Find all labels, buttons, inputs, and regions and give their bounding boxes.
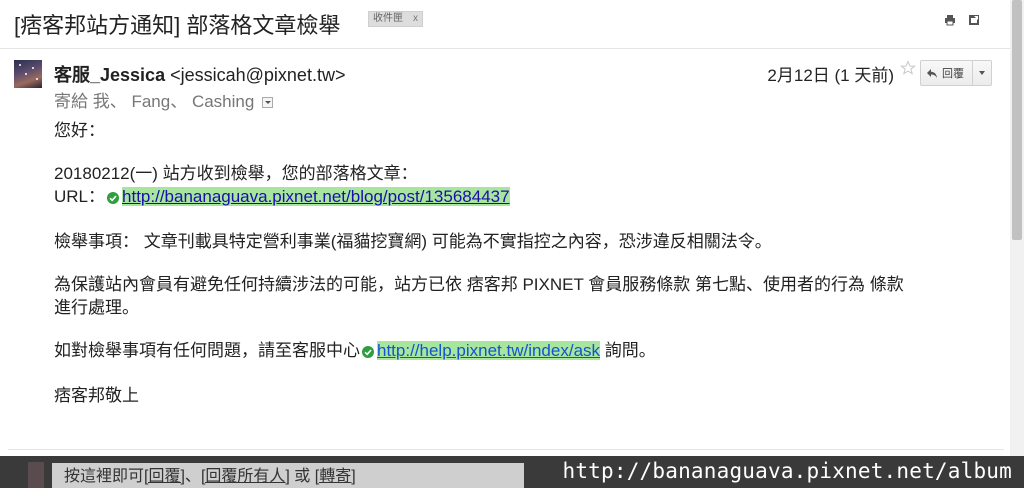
header-divider	[0, 48, 1010, 49]
my-avatar	[28, 462, 44, 488]
reply-button-label: 回覆	[942, 68, 964, 80]
reply-button-group: 回覆	[920, 60, 992, 86]
quick-reply-box[interactable]: 按這裡即可[回覆]、[回覆所有人] 或 [轉寄]	[52, 463, 524, 488]
reply-arrow-icon	[927, 68, 937, 78]
sender-line: 客服_Jessica <jessicah@pixnet.tw>	[54, 61, 345, 87]
body-para1: 為保護站內會員有避免任何持續涉法的可能，站方已依 痞客邦 PIXNET 會員服務…	[54, 275, 904, 294]
subject-bar: [痞客邦站方通知] 部落格文章檢舉 收件匣 x	[0, 0, 1010, 48]
label-remove-icon[interactable]: x	[413, 13, 418, 24]
body-reason: 檢舉事項： 文章刊載具特定營利事業(福貓挖寶網) 可能為不實指控之內容，恐涉違反…	[54, 232, 772, 251]
message-divider	[8, 449, 1004, 450]
verified-link-icon	[362, 345, 374, 358]
help-url-link[interactable]: http://help.pixnet.tw/index/ask	[377, 341, 601, 360]
show-details-dropdown-icon[interactable]	[262, 97, 274, 109]
verified-link-icon	[107, 191, 120, 204]
help-suffix: 詢問。	[604, 341, 656, 360]
recipients-prefix: 寄給 我、	[54, 92, 127, 111]
reply-box-prefix: 按這裡即可	[64, 468, 145, 485]
url-prefix: URL：	[54, 187, 106, 206]
label-chip-inbox[interactable]: 收件匣 x	[368, 11, 423, 27]
post-url-link[interactable]: http://bananaguava.pixnet.net/blog/post/…	[122, 187, 510, 206]
recipients-line: 寄給 我、 Fang、 Cashing	[54, 87, 274, 112]
quick-reply-all-link[interactable]: [回覆所有人]	[201, 468, 290, 485]
body-greeting: 您好：	[54, 121, 105, 140]
body-url-line: URL： http://bananaguava.pixnet.net/blog/p…	[54, 186, 510, 208]
printer-icon[interactable]	[944, 14, 956, 26]
label-chip-text: 收件匣	[373, 13, 403, 24]
new-window-icon[interactable]	[968, 14, 980, 26]
sender-avatar[interactable]	[14, 60, 42, 88]
quick-forward-link[interactable]: [轉寄]	[315, 468, 356, 485]
reply-button[interactable]: 回覆	[920, 60, 973, 86]
star-icon[interactable]	[900, 60, 916, 76]
subject-title: [痞客邦站方通知] 部落格文章檢舉	[14, 13, 341, 38]
top-icons	[944, 14, 980, 26]
more-actions-button[interactable]	[973, 60, 992, 86]
body-para1b: 進行處理。	[54, 298, 139, 317]
quick-reply-link[interactable]: [回覆]	[144, 468, 185, 485]
reply-box-or: 或	[289, 468, 315, 485]
body-line1: 20180212(一) 站方收到檢舉，您的部落格文章：	[54, 164, 418, 183]
recipients-list: Fang、 Cashing	[131, 92, 255, 111]
sender-name[interactable]: 客服_Jessica	[54, 65, 165, 85]
body-signature: 痞客邦敬上	[54, 386, 139, 405]
message-date: 2月12日 (1 天前)	[767, 66, 894, 85]
scrollbar-track[interactable]	[1010, 0, 1024, 488]
watermark-text: http://bananaguava.pixnet.net/album	[562, 459, 1012, 483]
reply-box-sep: 、	[184, 468, 201, 485]
help-prefix: 如對檢舉事項有任何問題，請至客服中心	[54, 341, 360, 360]
sender-email: <jessicah@pixnet.tw>	[170, 65, 346, 85]
scrollbar-thumb[interactable]	[1012, 0, 1022, 240]
body-help-line: 如對檢舉事項有任何問題，請至客服中心 http://help.pixnet.tw/…	[54, 340, 656, 362]
